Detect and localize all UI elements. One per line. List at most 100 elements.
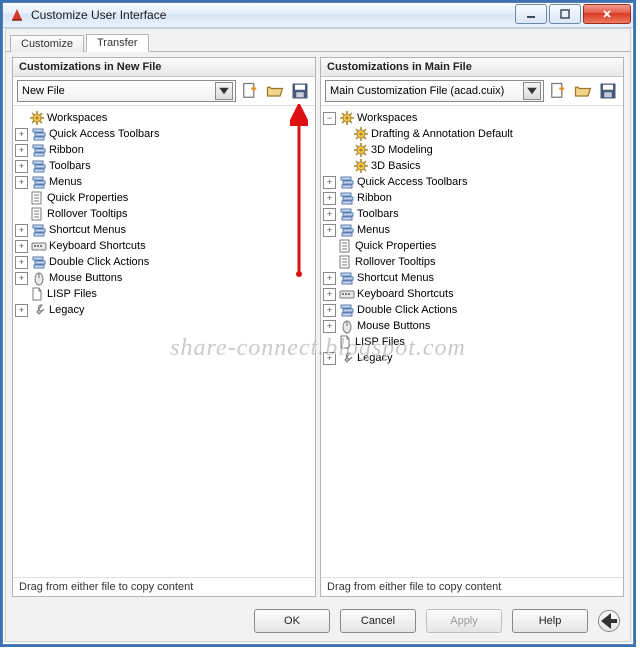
tree-node[interactable]: LISP Files [15, 286, 313, 302]
open-file-icon[interactable] [572, 80, 594, 102]
tree-spacer [15, 209, 26, 220]
expand-icon[interactable]: + [15, 304, 28, 317]
tree-node[interactable]: +Quick Access Toolbars [323, 174, 621, 190]
collapse-icon[interactable]: − [323, 112, 336, 125]
tree-node-label: Legacy [357, 352, 392, 364]
tree-node-label: Rollover Tooltips [355, 256, 436, 268]
tree-node[interactable]: Rollover Tooltips [323, 254, 621, 270]
tree-node[interactable]: 3D Modeling [339, 142, 621, 158]
tree-node[interactable]: + Legacy [323, 350, 621, 366]
tree-node-label: Quick Properties [47, 192, 128, 204]
tree-node[interactable]: +Menus [323, 222, 621, 238]
help-button[interactable]: Help [512, 609, 588, 633]
expand-icon[interactable]: + [15, 176, 28, 189]
new-file-icon[interactable] [239, 80, 261, 102]
app-icon [9, 7, 25, 23]
stack-icon [31, 142, 47, 158]
tree-node[interactable]: +Quick Access Toolbars [15, 126, 313, 142]
tree-node[interactable]: + Toolbars [15, 158, 313, 174]
expand-icon[interactable]: + [323, 320, 336, 333]
tree-node[interactable]: +Keyboard Shortcuts [323, 286, 621, 302]
tree-node-label: 3D Basics [371, 160, 421, 172]
chevron-down-icon[interactable] [215, 82, 233, 100]
tree-node[interactable]: + Ribbon [15, 142, 313, 158]
tree-node[interactable]: +Mouse Buttons [15, 270, 313, 286]
tree-node[interactable]: + Double Click Actions [15, 254, 313, 270]
expand-icon[interactable]: + [323, 176, 336, 189]
keys-icon [31, 238, 47, 254]
tree-node[interactable]: Drafting & Annotation Default [339, 126, 621, 142]
sheet-icon [29, 190, 45, 206]
tree-node[interactable]: Quick Properties [323, 238, 621, 254]
right-footer: Drag from either file to copy content [321, 577, 623, 596]
dropdown-value: Main Customization File (acad.cuix) [330, 85, 523, 97]
right-file-dropdown[interactable]: Main Customization File (acad.cuix) [325, 80, 544, 102]
save-file-icon[interactable] [289, 80, 311, 102]
expand-icon[interactable]: + [323, 272, 336, 285]
minimize-button[interactable] [515, 4, 547, 24]
stack-icon [339, 222, 355, 238]
new-file-icon[interactable] [547, 80, 569, 102]
apply-button[interactable]: Apply [426, 609, 502, 633]
tree-node-label: Shortcut Menus [357, 272, 434, 284]
tree-node[interactable]: + Ribbon [323, 190, 621, 206]
tree-node-label: Mouse Buttons [357, 320, 430, 332]
tree-node[interactable]: +Shortcut Menus [15, 222, 313, 238]
expand-icon[interactable]: + [15, 144, 28, 157]
tree-node[interactable]: +Toolbars [323, 206, 621, 222]
tree-node[interactable]: +Legacy [15, 302, 313, 318]
tree-node-label: Menus [49, 176, 82, 188]
tree-node[interactable]: Workspaces [15, 110, 313, 126]
expand-icon[interactable]: + [15, 224, 28, 237]
left-footer: Drag from either file to copy content [13, 577, 315, 596]
left-file-dropdown[interactable]: New File [17, 80, 236, 102]
open-file-icon[interactable] [264, 80, 286, 102]
expand-icon[interactable]: + [323, 288, 336, 301]
tree-spacer [339, 129, 350, 140]
stack-icon [339, 190, 355, 206]
tree-spacer [339, 145, 350, 156]
tree-node-label: Drafting & Annotation Default [371, 128, 513, 140]
tab-customize[interactable]: Customize [10, 35, 84, 52]
stack-icon [31, 222, 47, 238]
tree-node-label: Double Click Actions [49, 256, 149, 268]
expand-icon[interactable]: + [323, 192, 336, 205]
expand-icon[interactable]: + [323, 352, 336, 365]
tree-node-label: Workspaces [357, 112, 417, 124]
tree-node[interactable]: +Double Click Actions [323, 302, 621, 318]
tree-node[interactable]: + Menus [15, 174, 313, 190]
tree-node[interactable]: LISP Files [323, 334, 621, 350]
tree-node-label: Ribbon [49, 144, 84, 156]
tab-transfer[interactable]: Transfer [86, 34, 149, 52]
expand-icon[interactable]: + [323, 208, 336, 221]
expand-toggle-button[interactable] [598, 610, 620, 632]
save-file-icon[interactable] [597, 80, 619, 102]
tree-node[interactable]: + Shortcut Menus [323, 270, 621, 286]
cancel-button[interactable]: Cancel [340, 609, 416, 633]
expand-icon[interactable]: + [15, 272, 28, 285]
expand-icon[interactable]: + [323, 224, 336, 237]
tree-node-label: Ribbon [357, 192, 392, 204]
expand-icon[interactable]: + [15, 128, 28, 141]
titlebar: Customize User Interface [3, 3, 633, 28]
close-button[interactable] [583, 4, 631, 24]
tree-node[interactable]: 3D Basics [339, 158, 621, 174]
gear-icon [353, 126, 369, 142]
expand-icon[interactable]: + [15, 240, 28, 253]
tree-node[interactable]: + Mouse Buttons [323, 318, 621, 334]
expand-icon[interactable]: + [15, 256, 28, 269]
chevron-down-icon[interactable] [523, 82, 541, 100]
left-tree[interactable]: Workspaces+Quick Access Toolbars+Ribbon+… [15, 110, 313, 318]
tree-node[interactable]: Quick Properties [15, 190, 313, 206]
expand-icon[interactable]: + [15, 160, 28, 173]
expand-icon[interactable]: + [323, 304, 336, 317]
tree-node[interactable]: +Keyboard Shortcuts [15, 238, 313, 254]
maximize-button[interactable] [549, 4, 581, 24]
tree-node[interactable]: Rollover Tooltips [15, 206, 313, 222]
right-tree[interactable]: − Workspaces Drafting & Annotation Default… [323, 110, 621, 366]
wrench-icon [339, 350, 355, 366]
tree-node-label: Toolbars [49, 160, 91, 172]
tree-node[interactable]: − Workspaces Drafting & Annotation Default… [323, 110, 621, 174]
tree-spacer [15, 289, 26, 300]
ok-button[interactable]: OK [254, 609, 330, 633]
